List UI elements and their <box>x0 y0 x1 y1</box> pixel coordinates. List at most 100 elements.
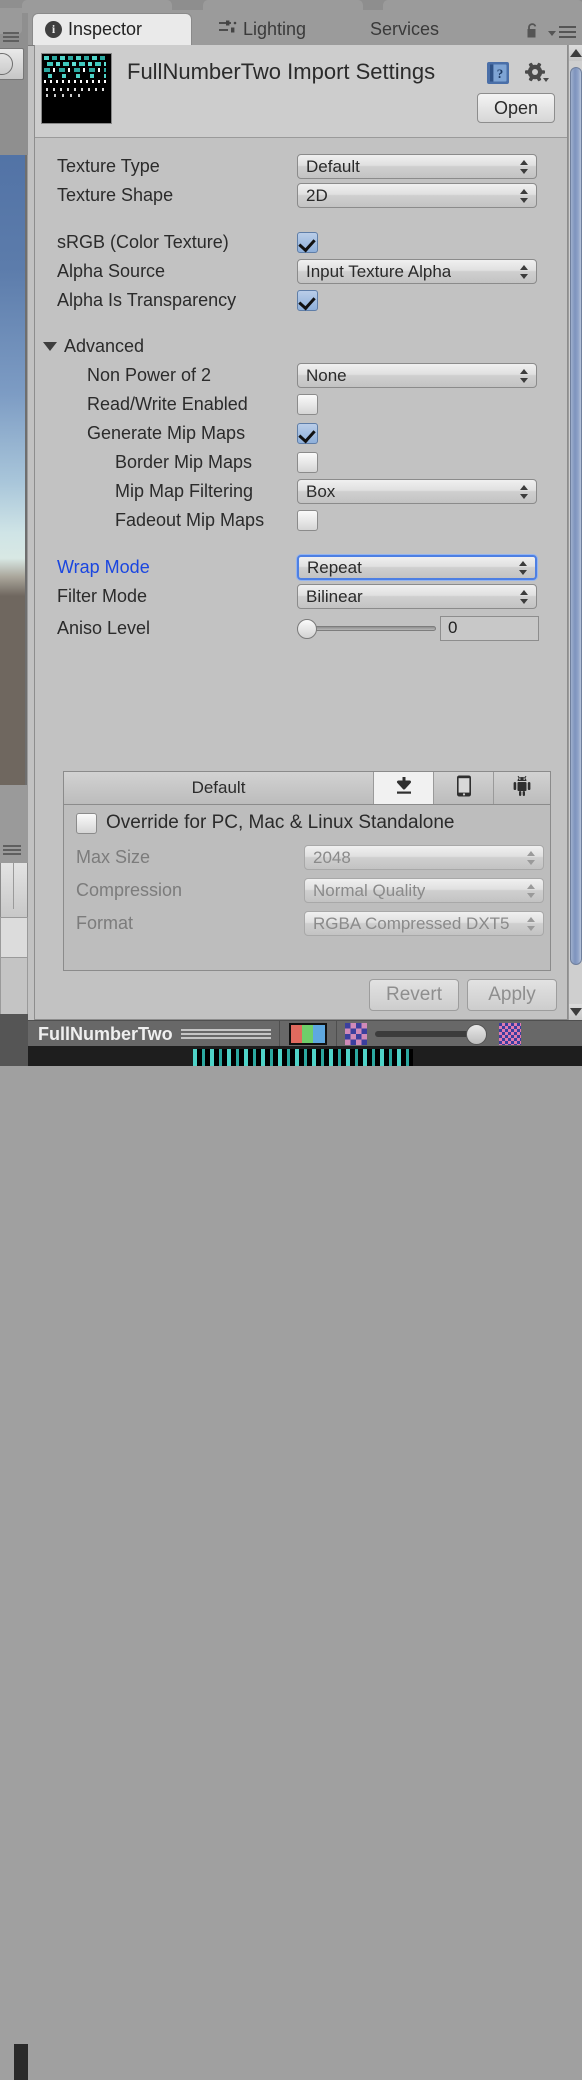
row-read-write-enabled: Read/Write Enabled <box>35 390 567 419</box>
mip-level-high-icon[interactable] <box>498 1023 521 1045</box>
updown-arrows-icon <box>519 560 528 576</box>
help-book-icon[interactable]: ? <box>485 60 511 86</box>
mip-level-slider[interactable] <box>374 1023 487 1045</box>
format-label: Format <box>76 913 134 933</box>
wrap-mode-dropdown[interactable]: Repeat <box>297 555 537 580</box>
scene-panel-menu-icon[interactable] <box>3 32 19 42</box>
scene-view-sliver[interactable] <box>0 155 27 785</box>
console-sliver <box>0 1014 28 2080</box>
row-alpha-is-transparency: Alpha Is Transparency <box>35 286 567 315</box>
console-sliver-inner <box>14 2044 28 2080</box>
texture-thumbnail[interactable] <box>41 53 112 124</box>
slider-knob[interactable] <box>465 1024 487 1045</box>
scroll-up-arrow-icon[interactable] <box>569 45 582 61</box>
slider-track <box>297 626 436 631</box>
updown-arrows-icon <box>520 368 529 384</box>
platform-tab-standalone[interactable] <box>374 772 434 804</box>
generate-mip-maps-label: Generate Mip Maps <box>87 423 246 443</box>
updown-arrows-icon <box>520 188 529 204</box>
svg-text:?: ? <box>497 66 504 81</box>
row-fadeout-mip-maps: Fadeout Mip Maps <box>35 506 567 535</box>
row-format: Format RGBA Compressed DXT5 <box>64 907 550 940</box>
non-power-of-2-value: None <box>306 365 347 385</box>
texture-shape-label: Texture Shape <box>57 185 174 205</box>
tab-services[interactable]: Services <box>358 13 451 45</box>
row-texture-shape: Texture Shape 2D <box>35 181 567 210</box>
texture-type-label: Texture Type <box>57 156 160 176</box>
max-size-dropdown[interactable]: 2048 <box>304 845 544 870</box>
platform-tab-android[interactable] <box>494 772 550 804</box>
project-panel-sliver-a[interactable] <box>0 863 28 918</box>
texture-type-dropdown[interactable]: Default <box>297 154 537 179</box>
project-panel-menu-icon[interactable] <box>3 845 21 857</box>
row-filter-mode: Filter Mode Bilinear <box>35 582 567 611</box>
override-checkbox[interactable] <box>76 812 97 834</box>
platform-tab-default[interactable]: Default <box>64 772 374 804</box>
read-write-enabled-checkbox[interactable] <box>297 394 318 415</box>
revert-button[interactable]: Revert <box>369 979 459 1011</box>
scene-view-toolbar-sliver <box>0 0 28 155</box>
android-robot-icon <box>512 775 532 801</box>
updown-arrows-icon <box>527 916 536 932</box>
updown-arrows-icon <box>520 589 529 605</box>
scroll-down-arrow-icon[interactable] <box>569 1004 582 1020</box>
alpha-source-dropdown[interactable]: Input Texture Alpha <box>297 259 537 284</box>
slider-knob[interactable] <box>297 619 317 639</box>
fadeout-mip-maps-label: Fadeout Mip Maps <box>115 510 265 530</box>
tab-inspector[interactable]: i Inspector <box>32 13 192 45</box>
row-srgb: sRGB (Color Texture) <box>35 228 567 257</box>
mip-level-low-icon[interactable] <box>344 1023 367 1045</box>
row-wrap-mode: Wrap Mode Repeat <box>35 553 567 582</box>
wrap-mode-label: Wrap Mode <box>57 557 150 577</box>
aniso-level-field[interactable]: 0 <box>440 615 539 641</box>
hamburger-menu-icon[interactable] <box>548 25 576 39</box>
open-button[interactable]: Open <box>477 93 555 123</box>
scene-tab-sliver[interactable] <box>0 8 22 34</box>
updown-arrows-icon <box>520 484 529 500</box>
preview-asset-name: FullNumberTwo <box>38 1023 173 1044</box>
srgb-checkbox[interactable] <box>297 232 318 253</box>
texture-shape-dropdown[interactable]: 2D <box>297 183 537 208</box>
generate-mip-maps-checkbox[interactable] <box>297 423 318 444</box>
tab-lighting[interactable]: Lighting <box>206 13 318 45</box>
chevron-down-icon <box>43 341 57 351</box>
rgb-channels-icon[interactable] <box>288 1023 327 1045</box>
non-power-of-2-label: Non Power of 2 <box>87 365 212 385</box>
gear-icon[interactable] <box>524 61 550 85</box>
properties-list: Texture Type Default Texture Shape 2D sR… <box>35 138 567 645</box>
alpha-is-transparency-checkbox[interactable] <box>297 290 318 311</box>
lock-open-icon[interactable] <box>525 22 540 39</box>
updown-arrows-icon <box>527 850 536 866</box>
mip-map-filtering-value: Box <box>306 481 336 501</box>
row-non-power-of-2: Non Power of 2 None <box>35 361 567 390</box>
wrap-mode-value: Repeat <box>307 557 362 577</box>
non-power-of-2-dropdown[interactable]: None <box>297 363 537 388</box>
compression-dropdown[interactable]: Normal Quality <box>304 878 544 903</box>
project-panel-sliver-b[interactable] <box>0 917 28 959</box>
border-mip-maps-checkbox[interactable] <box>297 452 318 473</box>
aniso-level-label: Aniso Level <box>57 617 151 638</box>
inspector-body: FullNumberTwo Import Settings ? Open Tex… <box>34 45 568 1020</box>
format-dropdown[interactable]: RGBA Compressed DXT5 <box>304 911 544 936</box>
preview-drag-grip[interactable] <box>180 1029 271 1039</box>
aniso-level-value: 0 <box>448 618 458 637</box>
aniso-level-slider[interactable] <box>297 617 436 639</box>
fadeout-mip-maps-checkbox[interactable] <box>297 510 318 531</box>
alpha-source-value: Input Texture Alpha <box>306 261 452 281</box>
mip-map-filtering-dropdown[interactable]: Box <box>297 479 537 504</box>
platform-tab-ios[interactable] <box>434 772 494 804</box>
updown-arrows-icon <box>527 883 536 899</box>
apply-button[interactable]: Apply <box>467 979 557 1011</box>
max-size-value: 2048 <box>313 847 351 867</box>
inspector-window: i Inspector Lighting Services FullNumber… <box>22 0 582 1066</box>
advanced-foldout[interactable]: Advanced <box>35 331 567 361</box>
scene-gizmo-button[interactable] <box>0 48 24 80</box>
inspector-tab-bar: i Inspector Lighting Services <box>28 10 582 46</box>
standalone-download-icon <box>394 776 414 801</box>
inspector-scrollbar[interactable] <box>568 45 582 1020</box>
lighting-sliders-icon <box>218 19 237 40</box>
scrollbar-thumb[interactable] <box>570 67 582 965</box>
filter-mode-dropdown[interactable]: Bilinear <box>297 584 537 609</box>
